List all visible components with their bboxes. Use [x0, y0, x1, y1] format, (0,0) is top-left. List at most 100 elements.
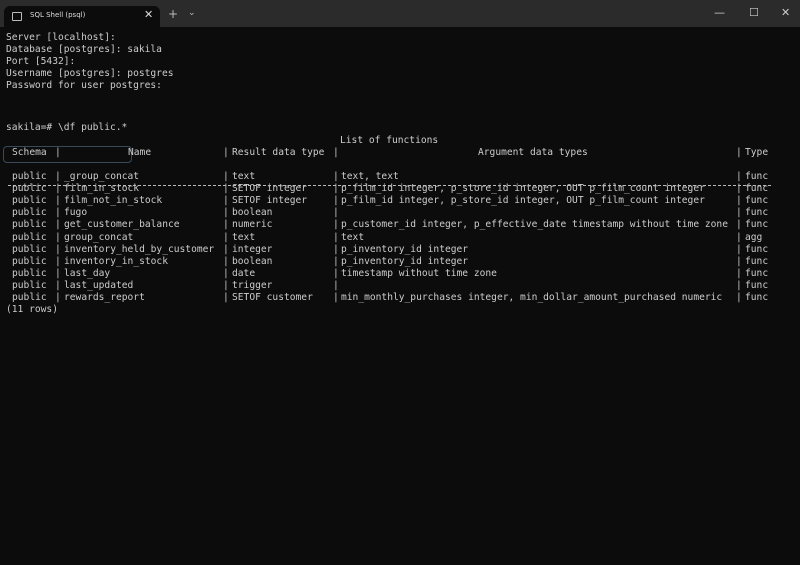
- column-separator: |: [55, 231, 61, 243]
- column-separator: |: [736, 267, 742, 279]
- table-row-cell: public: [12, 255, 47, 267]
- table-row-cell: p_inventory_id integer: [341, 255, 469, 267]
- column-separator: |: [736, 292, 742, 303]
- table-row-cell: func: [745, 243, 769, 255]
- header-cell: Type: [745, 147, 769, 158]
- table-row-cell: text: [232, 171, 256, 182]
- table-row-cell: inventory_in_stock: [64, 255, 168, 267]
- column-separator: |: [736, 207, 742, 219]
- table-row-cell: public: [12, 231, 47, 243]
- prompt-command: sakila=# \df public.*: [6, 122, 128, 133]
- table-row-cell: func: [745, 219, 769, 231]
- column-separator: |: [55, 195, 61, 207]
- header-cell: Result data type: [232, 147, 325, 158]
- table-row-cell: func: [745, 255, 769, 267]
- table-row-cell: timestamp without time zone: [341, 267, 497, 279]
- table-row-cell: p_inventory_id integer: [341, 243, 469, 255]
- column-separator: |: [55, 292, 61, 303]
- table-row-cell: integer: [232, 243, 273, 255]
- column-separator: |: [333, 219, 339, 231]
- column-separator: |: [736, 279, 742, 291]
- table-row-cell: boolean: [232, 207, 273, 219]
- column-separator: |: [333, 267, 339, 279]
- session-line: Database [postgres]: sakila: [6, 44, 162, 55]
- header-cell: Name: [128, 147, 152, 158]
- column-separator: |: [55, 147, 61, 158]
- table-row-cell: public: [12, 267, 47, 279]
- column-separator: |: [333, 243, 339, 255]
- column-separator: |: [333, 279, 339, 291]
- column-separator: |: [223, 292, 229, 303]
- table-row-cell: func: [745, 207, 769, 219]
- column-separator: |: [333, 195, 339, 207]
- column-separator: |: [55, 279, 61, 291]
- table-title: List of functions: [340, 135, 439, 146]
- table-row-cell: fugo: [64, 207, 88, 219]
- table-row-cell: agg: [745, 231, 763, 243]
- table-row-cell: _group_concat: [64, 171, 140, 182]
- header-divider: [8, 185, 771, 186]
- column-separator: |: [55, 207, 61, 219]
- column-separator: |: [223, 147, 229, 158]
- table-row-cell: boolean: [232, 255, 273, 267]
- column-separator: |: [223, 171, 229, 182]
- column-separator: |: [736, 195, 742, 207]
- table-row-cell: public: [12, 292, 47, 303]
- table-row-cell: public: [12, 219, 47, 231]
- tab-sql-shell[interactable]: SQL Shell (psql) ✕: [4, 6, 160, 27]
- terminal-output[interactable]: Server [localhost]: Database [postgres]: …: [0, 27, 800, 565]
- table-row-cell: func: [745, 267, 769, 279]
- new-tab-button[interactable]: +: [168, 7, 178, 21]
- column-separator: |: [736, 147, 742, 158]
- column-separator: |: [736, 231, 742, 243]
- minimize-button[interactable]: —: [714, 6, 725, 19]
- table-row-cell: func: [745, 171, 769, 182]
- terminal-icon: [12, 12, 22, 21]
- table-row-cell: get_customer_balance: [64, 219, 180, 231]
- table-row-cell: text: [341, 231, 365, 243]
- close-button[interactable]: ✕: [781, 6, 790, 19]
- session-line: Password for user postgres:: [6, 80, 162, 91]
- table-row-cell: group_concat: [64, 231, 134, 243]
- column-separator: |: [333, 255, 339, 267]
- header-cell: Argument data types: [478, 147, 588, 158]
- column-separator: |: [223, 255, 229, 267]
- column-separator: |: [333, 171, 339, 182]
- table-row-cell: numeric: [232, 219, 273, 231]
- table-row-cell: film_not_in_stock: [64, 195, 163, 207]
- chevron-down-icon[interactable]: ⌄: [188, 8, 196, 18]
- column-separator: |: [333, 231, 339, 243]
- column-separator: |: [55, 219, 61, 231]
- table-row-cell: last_day: [64, 267, 111, 279]
- table-row-cell: SETOF customer: [232, 292, 313, 303]
- maximize-button[interactable]: ☐: [749, 6, 759, 19]
- column-separator: |: [223, 279, 229, 291]
- column-separator: |: [55, 255, 61, 267]
- table-row-cell: public: [12, 279, 47, 291]
- table-row-cell: public: [12, 207, 47, 219]
- session-line: Username [postgres]: postgres: [6, 68, 174, 79]
- title-bar: SQL Shell (psql) ✕ + ⌄ — ☐ ✕: [0, 0, 800, 27]
- table-row-cell: public: [12, 171, 47, 182]
- table-row-cell: date: [232, 267, 256, 279]
- table-row-cell: rewards_report: [64, 292, 145, 303]
- column-separator: |: [223, 267, 229, 279]
- tab-close-icon[interactable]: ✕: [144, 8, 153, 21]
- table-row-cell: inventory_held_by_customer: [64, 243, 215, 255]
- table-row-cell: text, text: [341, 171, 399, 182]
- table-row-cell: func: [745, 195, 769, 207]
- table-row-cell: min_monthly_purchases integer, min_dolla…: [341, 292, 723, 303]
- column-separator: |: [223, 231, 229, 243]
- column-separator: |: [223, 195, 229, 207]
- column-separator: |: [223, 243, 229, 255]
- column-separator: |: [223, 219, 229, 231]
- table-row-cell: public: [12, 195, 47, 207]
- column-separator: |: [55, 243, 61, 255]
- column-separator: |: [223, 207, 229, 219]
- column-separator: |: [333, 292, 339, 303]
- column-separator: |: [333, 207, 339, 219]
- column-separator: |: [736, 255, 742, 267]
- column-separator: |: [736, 171, 742, 182]
- column-separator: |: [55, 267, 61, 279]
- session-line: Port [5432]:: [6, 56, 76, 67]
